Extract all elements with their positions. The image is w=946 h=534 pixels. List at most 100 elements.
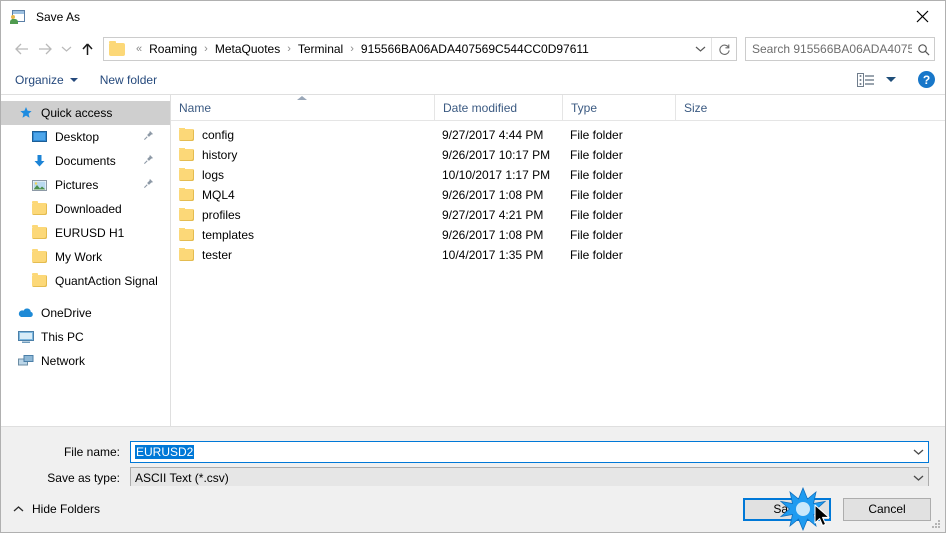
folder-icon bbox=[31, 273, 48, 289]
sidebar-item-label: Quick access bbox=[41, 106, 113, 120]
sidebar-item-network[interactable]: Network bbox=[1, 349, 170, 373]
sidebar-item-pictures[interactable]: Pictures bbox=[1, 173, 170, 197]
file-name-input[interactable]: EURUSD2 bbox=[130, 441, 929, 463]
sidebar-item-onedrive[interactable]: OneDrive bbox=[1, 301, 170, 325]
sidebar-item-label: EURUSD H1 bbox=[55, 226, 125, 240]
help-icon[interactable]: ? bbox=[918, 71, 935, 88]
file-name-label: profiles bbox=[202, 208, 241, 222]
table-row[interactable]: tester 10/4/2017 1:35 PM File folder bbox=[171, 245, 945, 265]
column-header-date-modified[interactable]: Date modified bbox=[434, 95, 562, 120]
table-row[interactable]: profiles 9/27/2017 4:21 PM File folder bbox=[171, 205, 945, 225]
column-header-type[interactable]: Type bbox=[562, 95, 675, 120]
recent-locations-chevron-icon bbox=[61, 46, 71, 52]
file-name-dropdown-button[interactable] bbox=[908, 448, 928, 456]
pin-icon[interactable] bbox=[143, 154, 154, 168]
chevron-up-icon bbox=[13, 505, 24, 513]
file-name-cell: profiles bbox=[171, 208, 434, 222]
table-row[interactable]: MQL4 9/26/2017 1:08 PM File folder bbox=[171, 185, 945, 205]
column-header-row: Name Date modified Type Size bbox=[171, 95, 945, 121]
sidebar-item-desktop[interactable]: Desktop bbox=[1, 125, 170, 149]
forward-button[interactable] bbox=[33, 37, 57, 61]
navigation-pane: Quick access Desktop Documents Pictures … bbox=[1, 95, 171, 426]
sidebar-item-downloaded[interactable]: Downloaded bbox=[1, 197, 170, 221]
recent-locations-button[interactable] bbox=[57, 37, 75, 61]
file-name-value-wrap: EURUSD2 bbox=[131, 445, 908, 459]
refresh-icon bbox=[718, 43, 730, 55]
resize-grip-icon[interactable] bbox=[930, 518, 940, 528]
hide-folders-button[interactable]: Hide Folders bbox=[13, 502, 100, 516]
folder-icon bbox=[179, 168, 194, 181]
close-button[interactable] bbox=[899, 1, 945, 32]
sidebar-item-quantaction-signal[interactable]: QuantAction Signal bbox=[1, 269, 170, 293]
sidebar-item-documents[interactable]: Documents bbox=[1, 149, 170, 173]
file-type-cell: File folder bbox=[570, 208, 623, 222]
breadcrumb-item-3[interactable]: 915566BA06ADA407569C544CC0D97611 bbox=[359, 42, 591, 56]
file-date-cell: 9/27/2017 4:21 PM bbox=[442, 208, 544, 222]
file-name-label: history bbox=[202, 148, 238, 162]
file-type-cell: File folder bbox=[570, 128, 623, 142]
cancel-button[interactable]: Cancel bbox=[843, 497, 931, 521]
folder-icon bbox=[179, 188, 194, 201]
sidebar-item-quick-access[interactable]: Quick access bbox=[1, 101, 170, 125]
navigation-bar: « Roaming › MetaQuotes › Terminal › 9155… bbox=[1, 33, 945, 65]
file-name-cell: templates bbox=[171, 228, 434, 242]
table-row[interactable]: config 9/27/2017 4:44 PM File folder bbox=[171, 125, 945, 145]
breadcrumb-item-1[interactable]: MetaQuotes bbox=[213, 42, 282, 56]
search-box[interactable]: Search 915566BA06ADA40756... bbox=[745, 37, 935, 61]
back-button[interactable] bbox=[9, 37, 33, 61]
sidebar-item-label: This PC bbox=[41, 330, 84, 344]
column-header-label: Size bbox=[684, 100, 708, 115]
file-type-cell: File folder bbox=[570, 168, 623, 182]
sidebar-item-this-pc[interactable]: This PC bbox=[1, 325, 170, 349]
file-date-cell: 9/26/2017 1:08 PM bbox=[442, 188, 544, 202]
save-as-type-dropdown-button[interactable] bbox=[908, 474, 928, 482]
breadcrumb-overflow[interactable]: « bbox=[131, 43, 147, 55]
pin-icon[interactable] bbox=[143, 178, 154, 192]
file-name-label: config bbox=[202, 128, 235, 142]
pin-icon[interactable] bbox=[143, 130, 154, 144]
organize-button[interactable]: Organize bbox=[15, 73, 78, 87]
up-button[interactable] bbox=[75, 37, 99, 61]
file-name-row: File name: EURUSD2 bbox=[17, 441, 929, 463]
breadcrumb-item-2[interactable]: Terminal bbox=[296, 42, 345, 56]
folder-icon bbox=[179, 228, 194, 241]
address-bar[interactable]: « Roaming › MetaQuotes › Terminal › 9155… bbox=[103, 37, 737, 61]
sidebar-item-label: Downloaded bbox=[55, 202, 122, 216]
table-row[interactable]: templates 9/26/2017 1:08 PM File folder bbox=[171, 225, 945, 245]
file-date-cell: 9/26/2017 1:08 PM bbox=[442, 228, 544, 242]
folder-icon bbox=[31, 201, 48, 217]
refresh-button[interactable] bbox=[711, 38, 736, 60]
new-folder-label: New folder bbox=[99, 72, 158, 87]
pictures-icon bbox=[31, 177, 48, 193]
sidebar-item-my-work[interactable]: My Work bbox=[1, 245, 170, 269]
new-folder-button[interactable]: New folder bbox=[100, 73, 157, 87]
search-input[interactable]: Search 915566BA06ADA40756... bbox=[746, 42, 912, 56]
view-mode-icon[interactable] bbox=[856, 72, 876, 88]
column-header-label: Name bbox=[179, 100, 212, 115]
file-name-label: tester bbox=[202, 248, 233, 262]
folder-icon bbox=[109, 40, 125, 56]
file-type-cell: File folder bbox=[570, 248, 623, 262]
table-row[interactable]: logs 10/10/2017 1:17 PM File folder bbox=[171, 165, 945, 185]
column-header-label: Date modified bbox=[443, 100, 518, 115]
table-row[interactable]: history 9/26/2017 10:17 PM File folder bbox=[171, 145, 945, 165]
breadcrumb: « Roaming › MetaQuotes › Terminal › 9155… bbox=[131, 42, 689, 56]
save-as-type-value: ASCII Text (*.csv) bbox=[135, 471, 229, 485]
view-dropdown-button[interactable] bbox=[886, 77, 896, 82]
column-header-size[interactable]: Size bbox=[675, 95, 755, 120]
file-type-cell: File folder bbox=[570, 148, 623, 162]
address-dropdown-button[interactable] bbox=[689, 45, 711, 53]
sidebar-item-eurusd-h1[interactable]: EURUSD H1 bbox=[1, 221, 170, 245]
sidebar-item-label: Network bbox=[41, 354, 86, 368]
breadcrumb-item-0[interactable]: Roaming bbox=[147, 42, 199, 56]
file-type-cell: File folder bbox=[570, 228, 623, 242]
save-button[interactable]: Save bbox=[743, 497, 831, 521]
column-header-name[interactable]: Name bbox=[171, 95, 434, 120]
back-arrow-icon bbox=[14, 43, 28, 55]
breadcrumb-separator-0: › bbox=[204, 43, 208, 55]
file-date-cell: 10/4/2017 1:35 PM bbox=[442, 248, 544, 262]
file-list: config 9/27/2017 4:44 PM File folder his… bbox=[171, 121, 945, 426]
file-name-cell: history bbox=[171, 148, 434, 162]
window-title: Save As bbox=[36, 10, 81, 24]
breadcrumb-separator-1: › bbox=[287, 43, 291, 55]
